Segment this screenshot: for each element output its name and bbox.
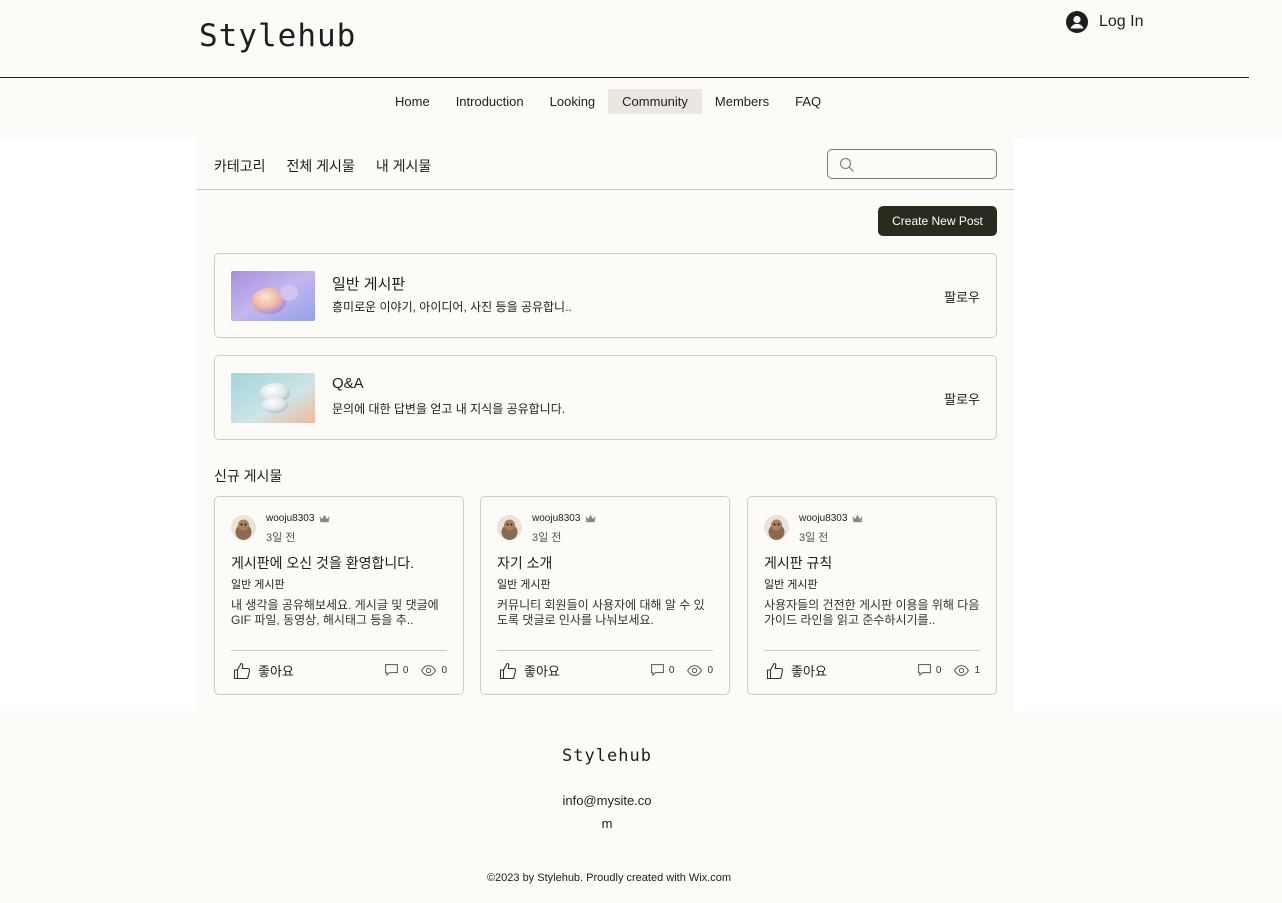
post-time: 3일 전 xyxy=(266,532,296,544)
login-button[interactable]: Log In xyxy=(1066,11,1143,33)
comment-icon xyxy=(917,664,931,676)
thumbs-up-icon xyxy=(499,662,517,679)
post-card[interactable]: wooju8303 3일 전 게시판 규칙 일반 게시판 사용자들의 건전한 게… xyxy=(747,496,997,695)
tab-categories[interactable]: 카테고리 xyxy=(214,156,266,176)
like-label: 좋아요 xyxy=(524,664,560,679)
tabs-divider xyxy=(197,189,1014,190)
like-label: 좋아요 xyxy=(791,664,827,679)
author-avatar[interactable] xyxy=(231,515,256,540)
post-card[interactable]: wooju8303 3일 전 게시판에 오신 것을 환영합니다. 일반 게시판 … xyxy=(214,496,464,695)
post-title[interactable]: 게시판에 오신 것을 환영합니다. xyxy=(231,553,414,573)
comment-count: 0 xyxy=(402,664,409,676)
post-divider xyxy=(497,650,713,651)
author-name[interactable]: wooju8303 xyxy=(532,513,580,524)
post-excerpt: 내 생각을 공유해보세요. 게시글 및 댓글에 GIF 파일, 동영상, 해시태… xyxy=(231,598,439,627)
forum-main: 카테고리 전체 게시물 내 게시물 Create New Post 일반 게시판… xyxy=(197,138,1014,712)
tab-my-posts[interactable]: 내 게시물 xyxy=(376,156,431,176)
category-description: 문의에 대한 답변을 얻고 내 지식을 공유합니다. xyxy=(332,402,566,416)
thumbs-up-icon xyxy=(766,662,784,679)
post-stats: 0 1 xyxy=(917,664,980,676)
post-category[interactable]: 일반 게시판 xyxy=(497,576,551,592)
search-icon xyxy=(839,157,854,172)
footer-copyright: ©2023 by Stylehub. Proudly created with … xyxy=(486,872,732,884)
category-title[interactable]: Q&A xyxy=(332,375,364,392)
login-label: Log In xyxy=(1099,13,1144,30)
like-label: 좋아요 xyxy=(258,664,294,679)
nav-item-introduction[interactable]: Introduction xyxy=(443,89,537,114)
follow-button[interactable]: 팔로우 xyxy=(944,389,980,408)
post-card[interactable]: wooju8303 3일 전 자기 소개 일반 게시판 커뮤니티 회원들이 사용… xyxy=(480,496,730,695)
like-button[interactable]: 좋아요 xyxy=(499,661,560,680)
site-header: Stylehub Log In Home Introduction Lookin… xyxy=(0,0,1282,138)
author-avatar[interactable] xyxy=(497,515,522,540)
category-thumbnail-qa xyxy=(231,373,315,423)
header-divider xyxy=(0,77,1249,78)
recent-posts-title: 신규 게시물 xyxy=(214,468,283,484)
post-category[interactable]: 일반 게시판 xyxy=(764,576,818,592)
category-description: 흥미로운 이야기, 아이디어, 사진 등을 공유합니.. xyxy=(332,300,572,314)
crown-icon xyxy=(585,514,596,523)
post-time: 3일 전 xyxy=(532,532,562,544)
post-stats: 0 0 xyxy=(384,664,447,676)
post-stats: 0 0 xyxy=(650,664,713,676)
eye-icon xyxy=(954,664,970,676)
post-author: wooju8303 xyxy=(532,513,596,524)
footer-logo: Stylehub xyxy=(562,746,652,766)
nav-item-faq[interactable]: FAQ xyxy=(782,89,834,114)
search-input[interactable] xyxy=(827,149,997,179)
comment-icon xyxy=(384,664,398,676)
crown-icon xyxy=(852,514,863,523)
nav-item-home[interactable]: Home xyxy=(382,89,443,114)
category-thumbnail-general xyxy=(231,271,315,321)
create-new-post-button[interactable]: Create New Post xyxy=(878,206,997,236)
like-button[interactable]: 좋아요 xyxy=(233,661,294,680)
category-card-general[interactable]: 일반 게시판 흥미로운 이야기, 아이디어, 사진 등을 공유합니.. 팔로우 xyxy=(214,253,997,338)
crown-icon xyxy=(319,514,330,523)
tab-all-posts[interactable]: 전체 게시물 xyxy=(287,156,355,176)
author-avatar[interactable] xyxy=(764,515,789,540)
post-excerpt: 커뮤니티 회원들이 사용자에 대해 알 수 있도록 댓글로 인사를 나눠보세요. xyxy=(497,598,705,627)
thumbs-up-icon xyxy=(233,662,251,679)
comment-count: 0 xyxy=(668,664,675,676)
forum-tabs: 카테고리 전체 게시물 내 게시물 xyxy=(214,156,431,176)
post-time: 3일 전 xyxy=(799,532,829,544)
user-avatar-icon xyxy=(1066,11,1088,33)
post-category[interactable]: 일반 게시판 xyxy=(231,576,285,592)
post-author: wooju8303 xyxy=(799,513,863,524)
view-count: 0 xyxy=(707,664,713,676)
eye-icon xyxy=(687,664,703,676)
main-nav: Home Introduction Looking Community Memb… xyxy=(382,89,834,114)
author-name[interactable]: wooju8303 xyxy=(799,513,847,524)
post-divider xyxy=(231,650,447,651)
view-count: 1 xyxy=(974,664,980,676)
nav-item-community[interactable]: Community xyxy=(608,89,702,114)
page-margin-right xyxy=(1014,138,1282,712)
eye-icon xyxy=(421,664,437,676)
footer-email-link[interactable]: info@mysite.com xyxy=(558,789,656,835)
comment-count: 0 xyxy=(935,664,942,676)
site-footer: Stylehub info@mysite.com ©2023 by Styleh… xyxy=(0,712,1282,903)
post-excerpt: 사용자들의 건전한 게시판 이용을 위해 다음 가이드 라인을 읽고 준수하시기… xyxy=(764,598,980,627)
page-margin-left xyxy=(0,138,197,712)
post-author: wooju8303 xyxy=(266,513,330,524)
post-title[interactable]: 자기 소개 xyxy=(497,553,552,573)
like-button[interactable]: 좋아요 xyxy=(766,661,827,680)
follow-button[interactable]: 팔로우 xyxy=(944,287,980,306)
comment-icon xyxy=(650,664,664,676)
nav-item-members[interactable]: Members xyxy=(702,89,782,114)
nav-item-looking[interactable]: Looking xyxy=(537,89,609,114)
post-title[interactable]: 게시판 규칙 xyxy=(764,553,832,573)
view-count: 0 xyxy=(441,664,447,676)
category-card-qa[interactable]: Q&A 문의에 대한 답변을 얻고 내 지식을 공유합니다. 팔로우 xyxy=(214,355,997,440)
post-divider xyxy=(764,650,980,651)
author-name[interactable]: wooju8303 xyxy=(266,513,314,524)
category-title[interactable]: 일반 게시판 xyxy=(332,273,405,294)
site-logo[interactable]: Stylehub xyxy=(199,18,356,54)
